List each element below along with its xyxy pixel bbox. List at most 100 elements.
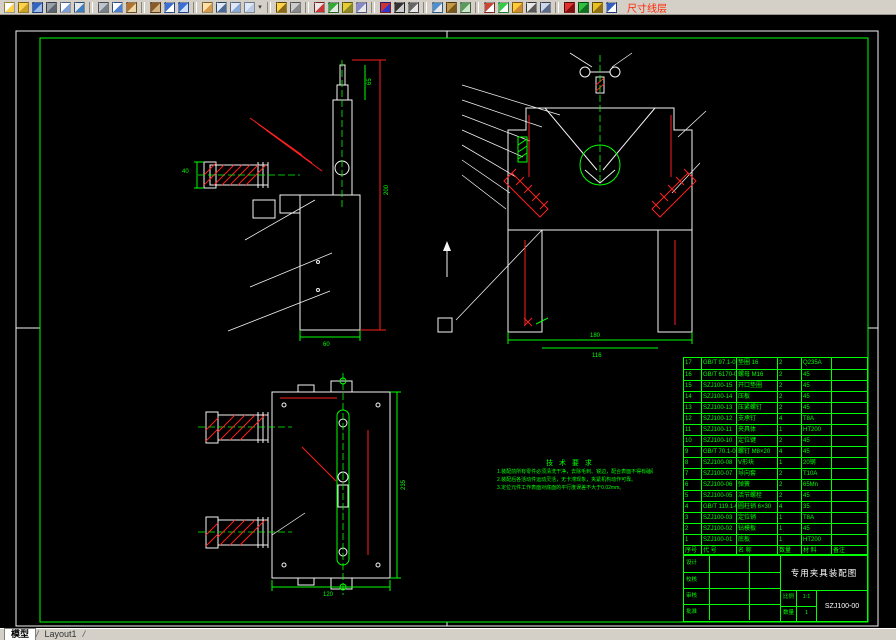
publish-icon[interactable] <box>72 1 86 14</box>
bom-row: 16GB/T 6170-00螺母 M16245 <box>684 369 867 380</box>
tab-model[interactable]: 模型 <box>4 628 36 640</box>
drawing-number: SZJ100-00 <box>817 591 867 621</box>
bom-cell: 螺钉 M8×20 <box>736 447 777 457</box>
design-center-icon[interactable] <box>444 1 458 14</box>
render-green-icon[interactable] <box>576 1 590 14</box>
bom-cell <box>831 502 867 512</box>
color-control-icon-glyph <box>380 2 391 13</box>
bom-cell: 2 <box>777 491 801 501</box>
copy-icon[interactable] <box>110 1 124 14</box>
plot-preview-icon[interactable] <box>58 1 72 14</box>
view-front-green <box>508 55 692 348</box>
zoom-previous-icon[interactable] <box>242 1 256 14</box>
zoom-realtime-icon[interactable] <box>214 1 228 14</box>
bom-cell: 材 料 <box>801 546 831 555</box>
bom-cell: 1 <box>777 524 801 534</box>
table-icon[interactable] <box>538 1 552 14</box>
toolbar-icons: ▾ <box>2 1 618 14</box>
bom-cell: 5 <box>684 491 701 501</box>
bom-cell: 65Mn <box>801 480 831 490</box>
title-block-field-blank <box>709 589 749 604</box>
pan-icon[interactable] <box>200 1 214 14</box>
lineweight-control-icon[interactable] <box>406 1 420 14</box>
bom-cell: 圆柱销 6×30 <box>736 502 777 512</box>
bom-cell: 45 <box>801 392 831 402</box>
paste-icon[interactable] <box>124 1 138 14</box>
title-block-field-label: 批准 <box>684 605 709 620</box>
linetype-control-icon[interactable] <box>392 1 406 14</box>
render-yellow-icon[interactable] <box>590 1 604 14</box>
render-red-icon[interactable] <box>562 1 576 14</box>
bom-cell: 2 <box>777 436 801 446</box>
tab-separator: / <box>83 629 86 640</box>
bom-cell: 4 <box>777 502 801 512</box>
bom-cell <box>831 480 867 490</box>
distance-icon[interactable] <box>274 1 288 14</box>
undo-icon[interactable] <box>162 1 176 14</box>
quick-calc-icon[interactable] <box>288 1 302 14</box>
title-block-field-blank <box>749 556 780 572</box>
zoom-window-icon-glyph <box>230 2 241 13</box>
properties-icon-glyph <box>432 2 443 13</box>
dropdown-arrow-icon[interactable]: ▾ <box>256 3 264 11</box>
bom-cell: SZJ100-13 <box>701 403 736 413</box>
open-folder-icon[interactable] <box>16 1 30 14</box>
match-properties-icon[interactable] <box>148 1 162 14</box>
tech-requirement-line: 2.装配后各活动件运动灵活，无卡滞现象，夹紧机构动作可靠。 <box>497 476 653 484</box>
save-icon-glyph <box>32 2 43 13</box>
toolbar-separator <box>141 2 145 13</box>
paste-icon-glyph <box>126 2 137 13</box>
scale-label: 比例 <box>781 591 797 606</box>
view-plate-red <box>206 398 368 555</box>
plot-icon[interactable] <box>44 1 58 14</box>
bom-cell <box>831 447 867 457</box>
bom-cell: 备注 <box>831 546 867 555</box>
bom-cell: SZJ100-12 <box>701 414 736 424</box>
bom-cell <box>831 414 867 424</box>
view-front-outline <box>438 53 706 332</box>
bom-cell: 1 <box>777 513 801 523</box>
new-file-icon[interactable] <box>2 1 16 14</box>
redo-icon[interactable] <box>176 1 190 14</box>
bom-cell: T8A <box>801 414 831 424</box>
cut-icon[interactable] <box>96 1 110 14</box>
draw-order-front-icon[interactable] <box>482 1 496 14</box>
layer-manager-icon[interactable] <box>312 1 326 14</box>
bom-cell <box>831 458 867 468</box>
qty-value: 1 <box>797 607 816 622</box>
bom-cell: 弹簧 <box>736 480 777 490</box>
layer-control-icon[interactable] <box>326 1 340 14</box>
bom-row: 4GB/T 119.1-00圆柱销 6×30435 <box>684 501 867 512</box>
toolbar-separator <box>305 2 309 13</box>
layer-previous-icon[interactable] <box>354 1 368 14</box>
bom-cell: 2 <box>684 524 701 534</box>
bom-cell: 2 <box>777 392 801 402</box>
bom-cell: 45 <box>801 524 831 534</box>
color-control-icon[interactable] <box>378 1 392 14</box>
text-style-icon[interactable] <box>524 1 538 14</box>
title-block-field-blank <box>749 605 780 620</box>
bom-cell: 45 <box>801 403 831 413</box>
bom-cell: 导向套 <box>736 469 777 479</box>
tab-layout1[interactable]: Layout1 <box>39 629 83 640</box>
help-icon[interactable] <box>604 1 618 14</box>
top-toolbar: ▾ 尺寸线层 <box>0 0 896 15</box>
dim-style-icon[interactable] <box>510 1 524 14</box>
bom-cell: SZJ100-10 <box>701 436 736 446</box>
toolbar-separator <box>371 2 375 13</box>
bom-cell: 4 <box>777 447 801 457</box>
make-layer-current-icon[interactable] <box>340 1 354 14</box>
bom-table: 17GB/T 97.1-02垫圈 162Q235A16GB/T 6170-00螺… <box>683 357 868 555</box>
draw-order-back-icon[interactable] <box>496 1 510 14</box>
bom-row: 11SZJ100-11夹具体1HT200 <box>684 424 867 435</box>
properties-icon[interactable] <box>430 1 444 14</box>
save-icon[interactable] <box>30 1 44 14</box>
bom-cell: 12 <box>684 414 701 424</box>
drawing-canvas[interactable]: 200 65 40 60 <box>0 15 896 628</box>
zoom-window-icon[interactable] <box>228 1 242 14</box>
linetype-control-icon-glyph <box>394 2 405 13</box>
bom-cell: 定位销 <box>736 513 777 523</box>
dim-120: 120 <box>323 592 334 598</box>
table-icon-glyph <box>540 2 551 13</box>
tool-palettes-icon[interactable] <box>458 1 472 14</box>
